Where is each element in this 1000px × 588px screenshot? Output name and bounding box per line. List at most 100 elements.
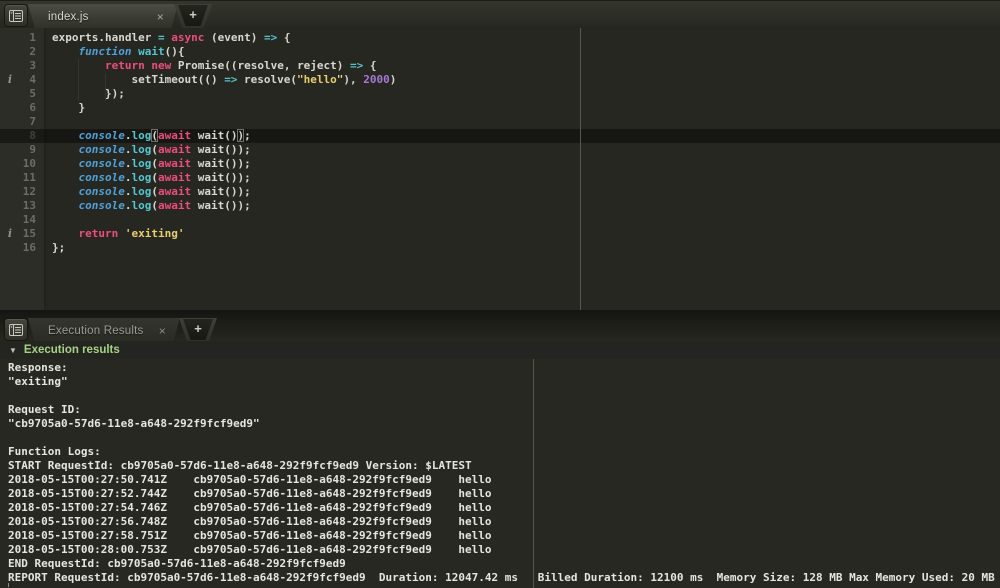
line-number[interactable]: 3 (0, 59, 45, 73)
log-line: END RequestId: cb9705a0-57d6-11e8-a648-2… (8, 557, 1000, 571)
code-token: await (158, 157, 191, 170)
code-token (52, 199, 79, 212)
code-token: Promise((resolve, reject) (171, 59, 350, 72)
line-number[interactable]: 13 (0, 199, 45, 213)
code-token: wait()); (191, 171, 251, 184)
code-token: log (131, 157, 151, 170)
line-number[interactable]: 2 (0, 45, 45, 59)
log-line: "exiting" (8, 375, 1000, 389)
line-number[interactable]: 12 (0, 185, 45, 199)
chevron-down-icon[interactable]: ▼ (9, 346, 17, 355)
info-annotation-icon[interactable]: i (6, 227, 14, 241)
info-annotation-icon[interactable]: i (6, 73, 14, 87)
line-number[interactable]: 6 (0, 101, 45, 115)
results-tabbar: Execution Results × + (0, 310, 1000, 341)
code-token: wait()); (191, 199, 251, 212)
code-token: await (158, 171, 191, 184)
code-token: wait()); (191, 185, 251, 198)
code-token: ( (151, 199, 158, 212)
tab-label: Execution Results (28, 325, 143, 337)
log-line: REPORT RequestId: cb9705a0-57d6-11e8-a64… (8, 571, 1000, 585)
code-line[interactable]: return 'exiting' (52, 227, 396, 241)
code-token (118, 227, 125, 240)
code-line[interactable] (52, 213, 396, 227)
code-token: log (131, 199, 151, 212)
line-number[interactable]: 7 (0, 115, 45, 129)
log-line: 2018-05-15T00:27:50.741Z cb9705a0-57d6-1… (8, 473, 1000, 487)
code-token: ( (151, 157, 158, 170)
code-token: await (158, 129, 191, 142)
code-token: ), (343, 73, 363, 86)
code-token: = (158, 31, 165, 44)
line-number[interactable]: 16 (0, 241, 45, 255)
code-line[interactable]: }); (52, 87, 396, 101)
code-token: }; (52, 241, 65, 254)
code-token: console (79, 157, 125, 170)
code-line[interactable]: } (52, 101, 396, 115)
code-line[interactable]: }; (52, 241, 396, 255)
log-line: START RequestId: cb9705a0-57d6-11e8-a648… (8, 459, 1000, 473)
tab-list-icon (9, 324, 23, 336)
code-token: ( (151, 185, 158, 198)
code-line[interactable] (52, 115, 396, 129)
code-token: log (131, 143, 151, 156)
code-token: await (158, 199, 191, 212)
code-line[interactable]: setTimeout(() => resolve("hello"), 2000) (52, 73, 396, 87)
line-number[interactable]: 5 (0, 87, 45, 101)
code-line[interactable]: console.log(await wait()); (52, 199, 396, 213)
log-line: 2018-05-15T00:28:00.753Z cb9705a0-57d6-1… (8, 543, 1000, 557)
code-line[interactable]: function wait(){ (52, 45, 396, 59)
tab-list-button[interactable] (4, 4, 28, 27)
code-token: console (79, 143, 125, 156)
log-line (8, 389, 1000, 403)
code-token: console (79, 199, 125, 212)
code-token: 2000 (363, 73, 390, 86)
code-token: return (79, 227, 119, 240)
code-line[interactable]: console.log(await wait()); (52, 129, 396, 143)
code-line[interactable]: return new Promise((resolve, reject) => … (52, 59, 396, 73)
log-line: 2018-05-15T00:27:58.751Z cb9705a0-57d6-1… (8, 529, 1000, 543)
tab-list-icon (9, 10, 23, 22)
code-line[interactable]: console.log(await wait()); (52, 171, 396, 185)
line-number[interactable]: 9 (0, 143, 45, 157)
print-margin-line (533, 359, 534, 588)
code-line[interactable]: exports.handler = async (event) => { (52, 31, 396, 45)
log-line: Function Logs: (8, 445, 1000, 459)
code-token: console (79, 185, 125, 198)
code-token: setTimeout(() (52, 73, 224, 86)
code-token: ; (244, 129, 251, 142)
code-editor[interactable]: 12345678910111213141516 exports.handler … (0, 28, 1000, 310)
code-token: wait (138, 45, 165, 58)
code-token: console (79, 129, 125, 142)
code-token: wait() (191, 129, 237, 142)
line-number[interactable]: 11 (0, 171, 45, 185)
tab-execution-results[interactable]: Execution Results × (28, 318, 180, 341)
code-token: => (224, 73, 237, 86)
code-token (52, 157, 79, 170)
code-content[interactable]: exports.handler = async (event) => { fun… (46, 31, 396, 255)
close-tab-icon[interactable]: × (157, 12, 164, 22)
code-token: => (264, 31, 277, 44)
code-token: log (131, 129, 151, 142)
execution-results-console[interactable]: Response:"exiting"Request ID:"cb9705a0-5… (0, 359, 1000, 588)
code-token: console (79, 171, 125, 184)
execution-results-header[interactable]: ▼ Execution results (0, 341, 1000, 359)
code-line[interactable]: console.log(await wait()); (52, 143, 396, 157)
code-token: 'exiting' (125, 227, 185, 240)
console-cursor (8, 583, 9, 587)
tab-label: index.js (28, 11, 89, 23)
code-token: ( (151, 143, 158, 156)
code-token: new (151, 59, 171, 72)
tab-list-button[interactable] (4, 318, 28, 341)
tab-index-js[interactable]: index.js × (28, 4, 178, 28)
line-number[interactable]: 10 (0, 157, 45, 171)
code-token: wait()); (191, 157, 251, 170)
close-tab-icon[interactable]: × (159, 326, 166, 336)
code-token: }); (52, 87, 125, 100)
code-line[interactable]: console.log(await wait()); (52, 185, 396, 199)
line-number[interactable]: 14 (0, 213, 45, 227)
line-number[interactable]: 1 (0, 31, 45, 45)
code-token: => (350, 59, 363, 72)
execution-results-title: Execution results (24, 344, 120, 356)
code-line[interactable]: console.log(await wait()); (52, 157, 396, 171)
